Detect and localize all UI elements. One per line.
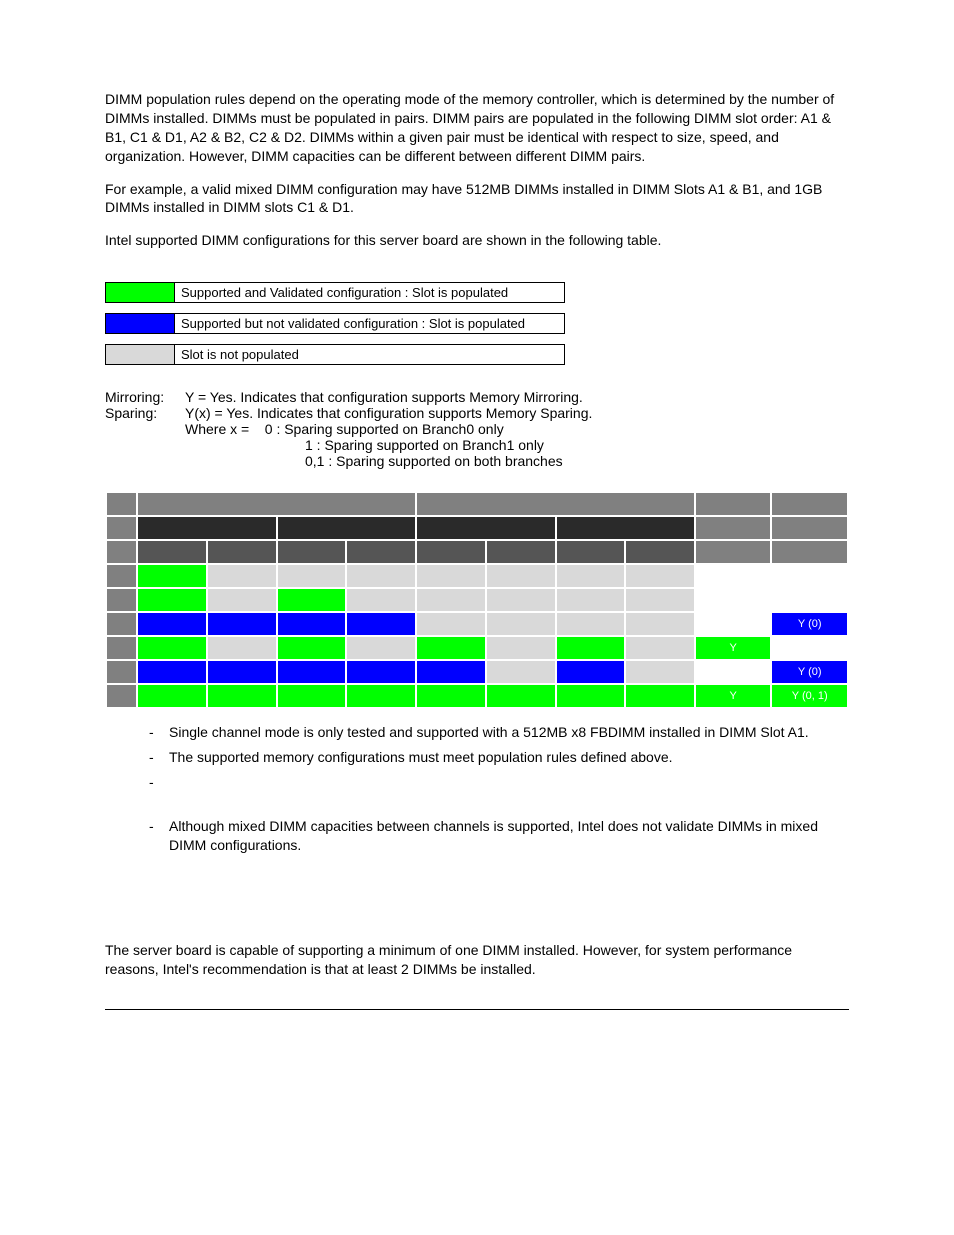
table-row: Y: [107, 637, 847, 659]
def-sparing-label: Sparing:: [105, 405, 185, 421]
list-item: Single channel mode is only tested and s…: [141, 723, 849, 742]
legend-blue: Supported but not validated configuratio…: [105, 313, 565, 334]
table-row: Y Y (0, 1): [107, 685, 847, 707]
def-mirroring: Mirroring: Y = Yes. Indicates that confi…: [105, 389, 849, 405]
paragraph-minimum: The server board is capable of supportin…: [105, 941, 849, 979]
cell-sparing: Y (0): [772, 613, 847, 635]
def-where: Where x = 0 : Sparing supported on Branc…: [185, 421, 849, 437]
paragraph-supported: Intel supported DIMM configurations for …: [105, 231, 849, 250]
cell-mirror: Y: [696, 637, 770, 659]
notes-list-2: Although mixed DIMM capacities between c…: [141, 817, 849, 855]
legend-green-text: Supported and Validated configuration : …: [175, 282, 565, 303]
footer-rule: [105, 1009, 849, 1010]
cell-mirror: Y: [696, 685, 770, 707]
def-x1: 1 : Sparing supported on Branch1 only: [305, 437, 849, 453]
def-sparing-text: Y(x) = Yes. Indicates that configuration…: [185, 405, 849, 421]
table-row: [107, 589, 847, 611]
legend-green: Supported and Validated configuration : …: [105, 282, 565, 303]
list-item: Although mixed DIMM capacities between c…: [141, 817, 849, 855]
legend-grey: Slot is not populated: [105, 344, 565, 365]
table-row: Y (0): [107, 613, 847, 635]
table-row: Y (0): [107, 661, 847, 683]
def-mirroring-label: Mirroring:: [105, 389, 185, 405]
legend-blue-text: Supported but not validated configuratio…: [175, 313, 565, 334]
table-header-row-3: [107, 541, 847, 563]
def-sparing: Sparing: Y(x) = Yes. Indicates that conf…: [105, 405, 849, 421]
cell-sparing: Y (0): [772, 661, 847, 683]
swatch-grey: [105, 344, 175, 365]
def-where-label: Where x =: [185, 421, 249, 437]
page: DIMM population rules depend on the oper…: [0, 0, 954, 1050]
swatch-blue: [105, 313, 175, 334]
table-header-row-1: [107, 493, 847, 515]
config-table: Y (0) Y Y (0) Y Y (0, 1): [105, 491, 849, 709]
notes-list: Single channel mode is only tested and s…: [141, 723, 849, 767]
table-row: [107, 565, 847, 587]
paragraph-rules: DIMM population rules depend on the oper…: [105, 90, 849, 166]
def-x01: 0,1 : Sparing supported on both branches: [305, 453, 849, 469]
paragraph-example: For example, a valid mixed DIMM configur…: [105, 180, 849, 218]
cell-sparing: Y (0, 1): [772, 685, 847, 707]
list-item: The supported memory configurations must…: [141, 748, 849, 767]
legend-grey-text: Slot is not populated: [175, 344, 565, 365]
swatch-green: [105, 282, 175, 303]
table-header-row-2: [107, 517, 847, 539]
def-mirroring-text: Y = Yes. Indicates that configuration su…: [185, 389, 849, 405]
def-x0: 0 : Sparing supported on Branch0 only: [265, 421, 504, 437]
